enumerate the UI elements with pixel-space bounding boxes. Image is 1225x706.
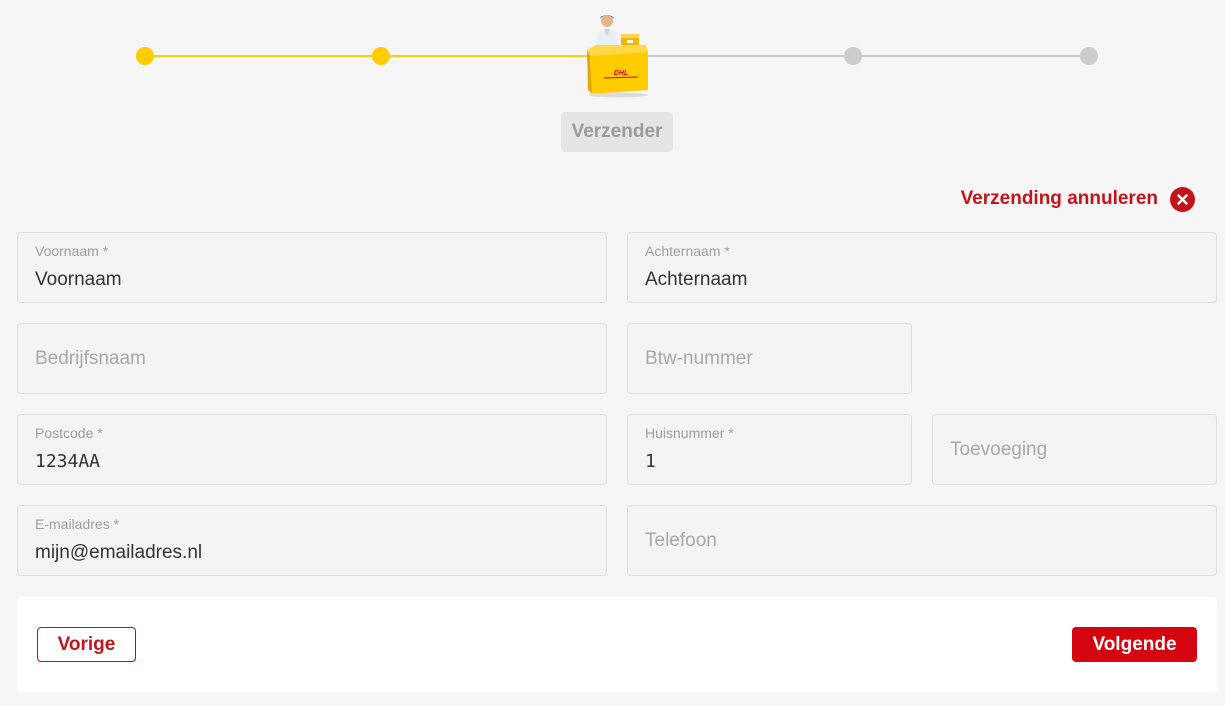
house-number-label: Huisnummer * <box>645 425 734 441</box>
next-button[interactable]: Volgende <box>1072 627 1197 662</box>
progress-dot-1 <box>136 47 154 65</box>
postcode-label: Postcode * <box>35 425 103 441</box>
cancel-shipment-link[interactable]: Verzending annuleren <box>961 186 1195 212</box>
shipment-form-page: DHL Verzender Verzending annuleren Voorn… <box>0 0 1225 706</box>
phone-field[interactable]: Telefoon <box>627 505 1217 576</box>
svg-text:DHL: DHL <box>614 70 628 77</box>
last-name-label: Achternaam * <box>645 243 730 259</box>
close-circle-icon[interactable] <box>1170 186 1195 212</box>
progress-dot-4 <box>844 47 862 65</box>
postcode-value[interactable]: 1234AA <box>35 451 100 472</box>
previous-button[interactable]: Vorige <box>37 627 136 662</box>
courier-counter-icon: DHL <box>587 15 648 98</box>
email-label: E-mailadres * <box>35 516 120 532</box>
progress-segment-3 <box>617 55 853 57</box>
email-field[interactable]: E-mailadres * mijn@emailadres.nl <box>17 505 607 576</box>
house-number-addition-field[interactable]: Toevoeging <box>932 414 1217 485</box>
first-name-field[interactable]: Voornaam * Voornaam <box>17 232 607 303</box>
vat-number-placeholder: Btw-nummer <box>645 347 753 369</box>
progress-segment-1 <box>145 55 381 57</box>
company-name-field[interactable]: Bedrijfsnaam <box>17 323 607 394</box>
vat-number-field[interactable]: Btw-nummer <box>627 323 912 394</box>
progress-stepper: DHL Verzender <box>0 0 1225 170</box>
email-value[interactable]: mijn@emailadres.nl <box>35 542 202 564</box>
first-name-label: Voornaam * <box>35 243 109 259</box>
postcode-field[interactable]: Postcode * 1234AA <box>17 414 607 485</box>
house-number-field[interactable]: Huisnummer * 1 <box>627 414 912 485</box>
first-name-value[interactable]: Voornaam <box>35 269 122 291</box>
house-number-addition-placeholder: Toevoeging <box>950 438 1048 460</box>
house-number-value[interactable]: 1 <box>645 451 656 472</box>
current-step-label: Verzender <box>561 112 673 152</box>
progress-dot-5 <box>1080 47 1098 65</box>
cancel-shipment-label: Verzending annuleren <box>960 188 1158 209</box>
last-name-field[interactable]: Achternaam * Achternaam <box>627 232 1217 303</box>
progress-dot-2 <box>372 47 390 65</box>
progress-segment-4 <box>853 55 1089 57</box>
last-name-value[interactable]: Achternaam <box>645 269 747 291</box>
form-navigation-bar: Vorige Volgende <box>17 597 1217 692</box>
phone-placeholder: Telefoon <box>645 529 717 551</box>
company-name-placeholder: Bedrijfsnaam <box>35 347 146 369</box>
